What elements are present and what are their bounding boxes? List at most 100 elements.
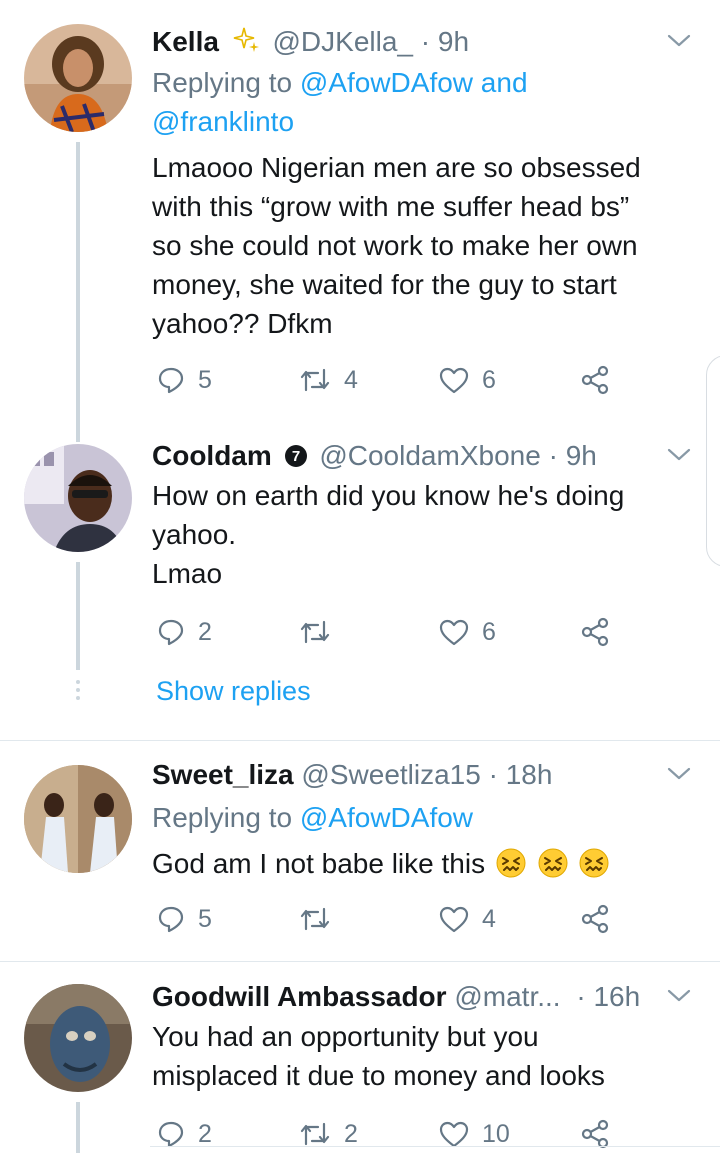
chevron-down-icon[interactable] — [664, 759, 694, 789]
avatar[interactable] — [24, 24, 132, 132]
reply-count: 5 — [198, 365, 212, 394]
share-button[interactable] — [580, 1114, 610, 1154]
avatar[interactable] — [24, 765, 132, 873]
mention-link[interactable]: @AfowDAfow — [300, 67, 473, 98]
reply-icon — [158, 1121, 184, 1148]
tweet-cooldam[interactable]: Cooldam 7 @CooldamXbone · 9h How on eart… — [0, 430, 720, 740]
text-line: with this “grow with me suffer head bs” — [152, 191, 630, 222]
mention-link[interactable]: @AfowDAfow — [300, 802, 473, 833]
text-line: yahoo. — [152, 519, 237, 550]
reply-button[interactable]: 2 — [156, 1114, 212, 1154]
text-line: yahoo?? Dfkm — [152, 308, 333, 339]
retweet-count: 2 — [344, 1119, 358, 1148]
confounded-face-emoji — [578, 847, 610, 889]
separator-dot: · — [420, 26, 431, 57]
timestamp[interactable]: 18h — [506, 759, 553, 790]
user-handle[interactable]: @CooldamXbone — [319, 440, 540, 471]
numbered-badge-icon: 7 — [284, 439, 308, 479]
chevron-down-icon[interactable] — [664, 981, 694, 1011]
separator-dot: · — [548, 440, 558, 471]
confounded-face-emoji — [537, 847, 569, 889]
retweet-button[interactable] — [298, 612, 344, 652]
tweet-goodwill-ambassador[interactable]: Goodwill Ambassador @matr... · 16h You h… — [0, 962, 720, 1153]
text-line: How on earth did you know he's doing — [152, 480, 625, 511]
user-handle[interactable]: @Sweetliza15 — [301, 759, 480, 790]
share-button[interactable] — [580, 899, 610, 939]
display-name[interactable]: Kella — [152, 26, 219, 57]
avatar[interactable] — [24, 444, 132, 552]
share-icon — [581, 904, 609, 934]
reply-count: 2 — [198, 617, 212, 646]
chevron-down-icon[interactable] — [664, 26, 694, 56]
like-count: 6 — [482, 365, 496, 394]
timestamp[interactable]: 16h — [593, 981, 640, 1012]
user-handle[interactable]: @matr... — [454, 981, 560, 1012]
like-button[interactable]: 10 — [438, 1114, 510, 1154]
display-name[interactable]: Cooldam — [152, 440, 272, 471]
retweet-button[interactable]: 2 — [298, 1114, 358, 1154]
mention-link[interactable]: @franklinto — [152, 106, 294, 137]
replying-to-label: Replying to — [152, 67, 293, 98]
retweet-button[interactable]: 4 — [298, 360, 358, 400]
text-line: misplaced it due to money and looks — [152, 1060, 605, 1091]
share-button[interactable] — [580, 612, 610, 652]
like-button[interactable]: 6 — [438, 612, 496, 652]
like-button[interactable]: 6 — [438, 360, 496, 400]
tweet-actions: 2 2 10 — [152, 1114, 632, 1154]
reply-button[interactable]: 5 — [156, 360, 212, 400]
replying-to: Replying to @AfowDAfow — [152, 798, 672, 837]
reply-button[interactable]: 5 — [156, 899, 212, 939]
text-line: You had an opportunity but you — [152, 1021, 539, 1052]
avatar[interactable] — [24, 984, 132, 1092]
tweet-actions: 5 4 — [152, 899, 632, 939]
like-button[interactable]: 4 — [438, 899, 496, 939]
like-count: 4 — [482, 904, 496, 933]
retweet-button[interactable] — [298, 899, 344, 939]
retweet-icon — [300, 907, 330, 931]
heart-icon — [439, 1121, 469, 1148]
share-button[interactable] — [580, 360, 610, 400]
reply-count: 2 — [198, 1119, 212, 1148]
replying-to: Replying to @AfowDAfow and @franklinto — [152, 63, 672, 141]
heart-icon — [439, 619, 469, 646]
display-name[interactable]: Goodwill Ambassador — [152, 981, 447, 1012]
tweet-text: Lmaooo Nigerian men are so obsessed with… — [152, 148, 702, 343]
thread-dots — [76, 680, 80, 704]
tweet-header: Kella @DJKella_ · 9h — [152, 22, 469, 62]
replying-to-label: Replying to — [152, 802, 293, 833]
tweet-actions: 5 4 6 — [152, 360, 632, 400]
timestamp[interactable]: 9h — [566, 440, 597, 471]
retweet-icon — [300, 620, 330, 644]
tweet-header: Sweet_liza @Sweetliza15 · 18h — [152, 755, 552, 795]
text-line: Lmao — [152, 558, 223, 589]
retweet-icon — [300, 368, 330, 392]
reply-icon — [158, 906, 184, 933]
reply-count: 5 — [198, 904, 212, 933]
display-name[interactable]: Sweet_liza — [152, 759, 294, 790]
like-count: 6 — [482, 617, 496, 646]
badge-number: 7 — [291, 448, 299, 465]
heart-icon — [439, 906, 469, 933]
retweet-icon — [300, 1122, 330, 1146]
share-icon — [581, 617, 609, 647]
tweet-header: Goodwill Ambassador @matr... · 16h — [152, 977, 640, 1017]
thread-line — [76, 562, 80, 670]
tweet-text: You had an opportunity but you misplaced… — [152, 1017, 702, 1095]
tweet-kella[interactable]: Kella @DJKella_ · 9h Replying to @AfowDA… — [0, 0, 720, 430]
show-replies-link[interactable]: Show replies — [156, 676, 311, 707]
tweet-sweet-liza[interactable]: Sweet_liza @Sweetliza15 · 18h Replying t… — [0, 741, 720, 961]
sparkle-icon — [231, 25, 261, 66]
chevron-down-icon[interactable] — [664, 440, 694, 470]
confounded-face-emoji — [495, 847, 527, 889]
user-handle[interactable]: @DJKella_ — [273, 26, 413, 57]
floating-tab[interactable] — [706, 355, 720, 567]
reply-button[interactable]: 2 — [156, 612, 212, 652]
timestamp[interactable]: 9h — [438, 26, 469, 57]
thread-line — [76, 430, 80, 442]
tweet-header: Cooldam 7 @CooldamXbone · 9h — [152, 436, 597, 476]
mention-and[interactable]: and — [481, 67, 528, 98]
text-line: so she could not work to make her own — [152, 230, 638, 261]
separator-dot: · — [576, 981, 586, 1012]
share-icon — [581, 365, 609, 395]
tweet-text: God am I not babe like this — [152, 844, 702, 889]
